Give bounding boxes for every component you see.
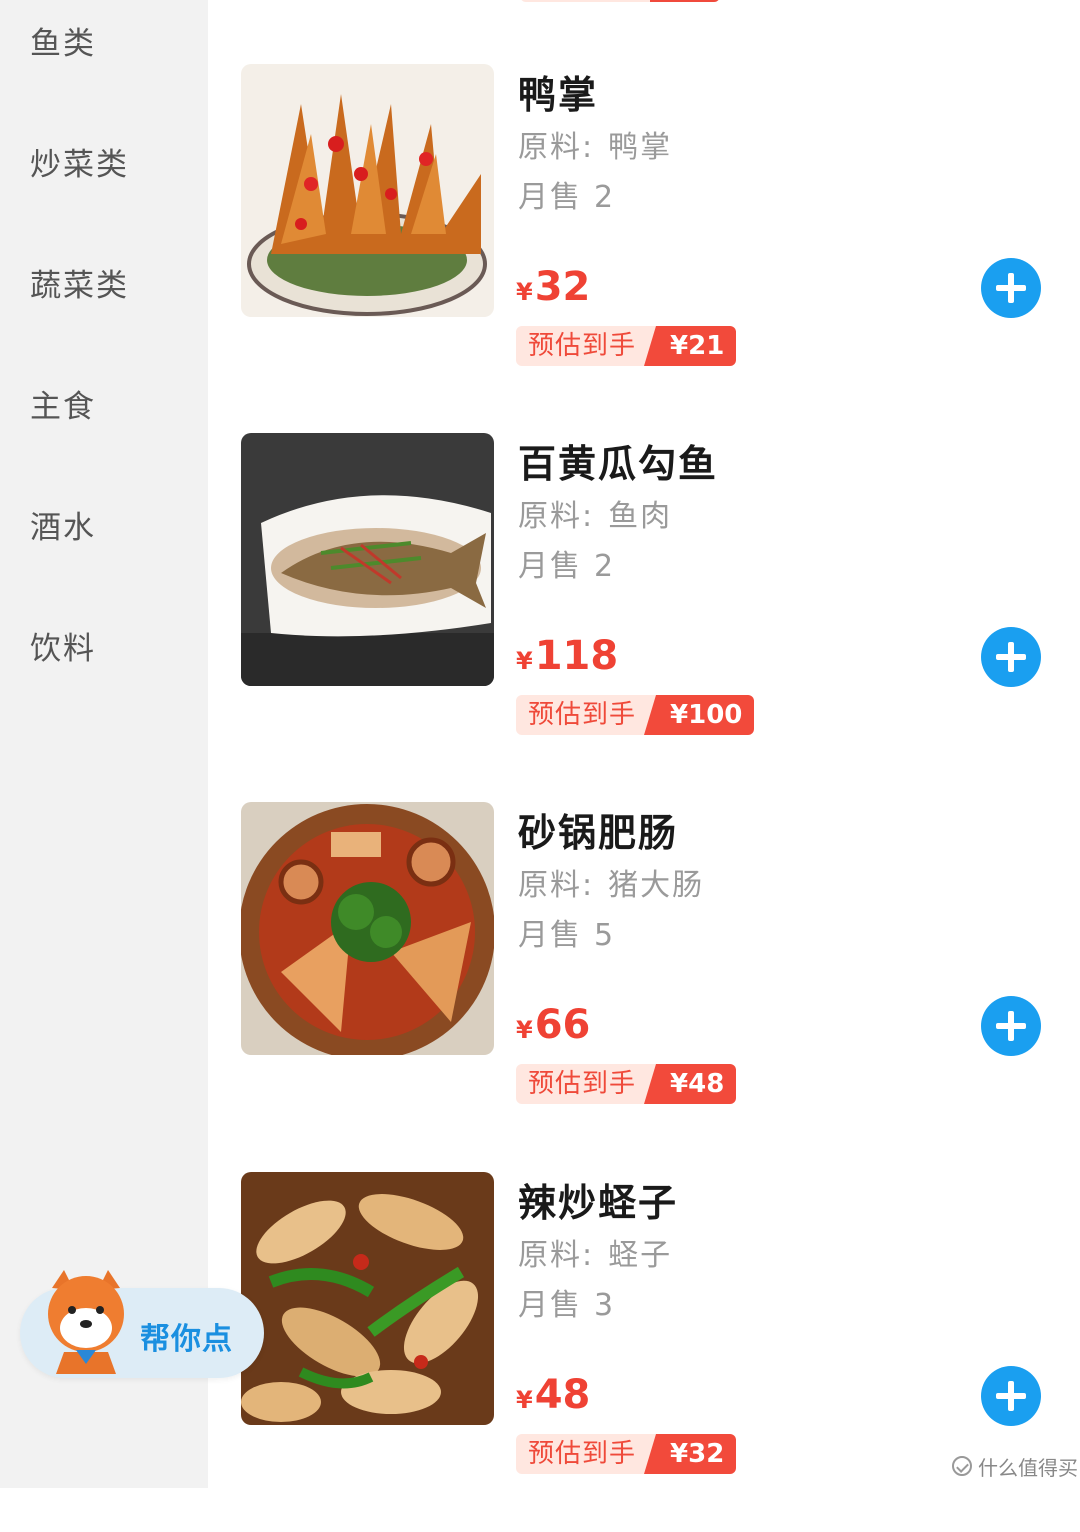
dish-price: ¥48 — [516, 1372, 590, 1418]
estimate-label: 预估到手 — [516, 1434, 657, 1474]
dish-name: 砂锅肥肠 — [518, 811, 679, 855]
ingredient-value: 鸭掌 — [608, 130, 673, 165]
sales-value: 3 — [594, 1288, 616, 1323]
price-value: 48 — [534, 1372, 591, 1418]
dish-price: ¥66 — [516, 1002, 590, 1048]
estimate-label: 预估到手 — [516, 695, 657, 735]
sales-label: 月售 — [518, 918, 582, 953]
dish-ingredients: 原料: 鱼肉 — [518, 491, 672, 535]
estimated-price-tag: 预估到手 ¥100 — [516, 695, 755, 735]
sales-label: 月售 — [518, 1288, 582, 1323]
sidebar-item-drinks[interactable]: 饮料 — [30, 623, 96, 668]
watermark: 什么值得买 — [952, 1452, 1078, 1480]
sales-value: 2 — [594, 549, 616, 584]
sidebar-item-stir-fry[interactable]: 炒菜类 — [30, 139, 129, 184]
dish-monthly-sales: 月售 2 — [518, 541, 615, 585]
duck-feet-dish-image[interactable] — [241, 64, 494, 317]
ingredients-label: 原料: — [518, 499, 595, 534]
ingredient-value: 猪大肠 — [608, 868, 705, 903]
currency-symbol: ¥ — [516, 647, 533, 675]
watermark-text: 什么值得买 — [978, 1455, 1078, 1480]
category-sidebar: 鱼类 炒菜类 蔬菜类 主食 酒水 饮料 — [0, 0, 208, 1488]
previous-item-estimate-tag — [520, 0, 720, 2]
sales-value: 2 — [594, 180, 616, 215]
dish-name: 辣炒蛏子 — [518, 1181, 679, 1225]
estimate-value: ¥32 — [643, 1434, 737, 1474]
sidebar-item-fish[interactable]: 鱼类 — [30, 18, 96, 63]
menu-item[interactable]: 辣炒蛏子 原料: 蛏子 月售 3 ¥48 预估到手 ¥32 — [208, 1172, 1080, 1532]
estimate-value: ¥21 — [643, 326, 737, 366]
estimate-value: ¥100 — [643, 695, 755, 735]
ingredients-label: 原料: — [518, 130, 595, 165]
currency-symbol: ¥ — [516, 1016, 533, 1044]
check-circle-icon — [952, 1456, 972, 1476]
sidebar-item-alcohol[interactable]: 酒水 — [30, 502, 96, 547]
steamed-fish-dish-image[interactable] — [241, 433, 494, 686]
dish-monthly-sales: 月售 5 — [518, 910, 615, 954]
currency-symbol: ¥ — [516, 1386, 533, 1414]
add-to-cart-button[interactable] — [981, 627, 1041, 687]
estimated-price-tag: 预估到手 ¥32 — [516, 1434, 737, 1474]
ingredient-value: 鱼肉 — [608, 499, 673, 534]
dish-monthly-sales: 月售 3 — [518, 1280, 615, 1324]
ingredient-value: 蛏子 — [608, 1238, 673, 1273]
dish-name: 百黄瓜勾鱼 — [518, 442, 719, 486]
add-to-cart-button[interactable] — [981, 1366, 1041, 1426]
estimate-label: 预估到手 — [516, 1064, 657, 1104]
estimate-label: 预估到手 — [516, 326, 657, 366]
dish-ingredients: 原料: 蛏子 — [518, 1230, 672, 1274]
price-value: 118 — [534, 633, 619, 679]
menu-item[interactable]: 砂锅肥肠 原料: 猪大肠 月售 5 ¥66 预估到手 ¥48 — [208, 802, 1080, 1162]
sidebar-item-staple[interactable]: 主食 — [30, 381, 96, 426]
dish-price: ¥118 — [516, 633, 618, 679]
estimate-value: ¥48 — [643, 1064, 737, 1104]
price-value: 66 — [534, 1002, 591, 1048]
shiba-mascot-icon[interactable] — [42, 1268, 130, 1376]
spicy-razor-clam-dish-image[interactable] — [241, 1172, 494, 1425]
sales-value: 5 — [594, 918, 616, 953]
currency-symbol: ¥ — [516, 278, 533, 306]
add-to-cart-button[interactable] — [981, 258, 1041, 318]
claypot-intestine-dish-image[interactable] — [241, 802, 494, 1055]
dish-price: ¥32 — [516, 264, 590, 310]
menu-list: 鸭掌 原料: 鸭掌 月售 2 ¥32 预估到手 ¥21 百黄瓜勾鱼 原料: 鱼肉 月售 2… — [208, 0, 1080, 1488]
dish-monthly-sales: 月售 2 — [518, 172, 615, 216]
help-order-label: 帮你点 — [140, 1322, 233, 1357]
sidebar-item-vegetables[interactable]: 蔬菜类 — [30, 260, 129, 305]
menu-item[interactable]: 鸭掌 原料: 鸭掌 月售 2 ¥32 预估到手 ¥21 — [208, 64, 1080, 424]
ingredients-label: 原料: — [518, 868, 595, 903]
estimated-price-tag: 预估到手 ¥21 — [516, 326, 737, 366]
sales-label: 月售 — [518, 549, 582, 584]
dish-name: 鸭掌 — [518, 73, 599, 117]
dish-ingredients: 原料: 鸭掌 — [518, 122, 672, 166]
price-value: 32 — [534, 264, 591, 310]
ingredients-label: 原料: — [518, 1238, 595, 1273]
estimated-price-tag: 预估到手 ¥48 — [516, 1064, 737, 1104]
menu-item[interactable]: 百黄瓜勾鱼 原料: 鱼肉 月售 2 ¥118 预估到手 ¥100 — [208, 433, 1080, 793]
add-to-cart-button[interactable] — [981, 996, 1041, 1056]
dish-ingredients: 原料: 猪大肠 — [518, 860, 704, 904]
sales-label: 月售 — [518, 180, 582, 215]
